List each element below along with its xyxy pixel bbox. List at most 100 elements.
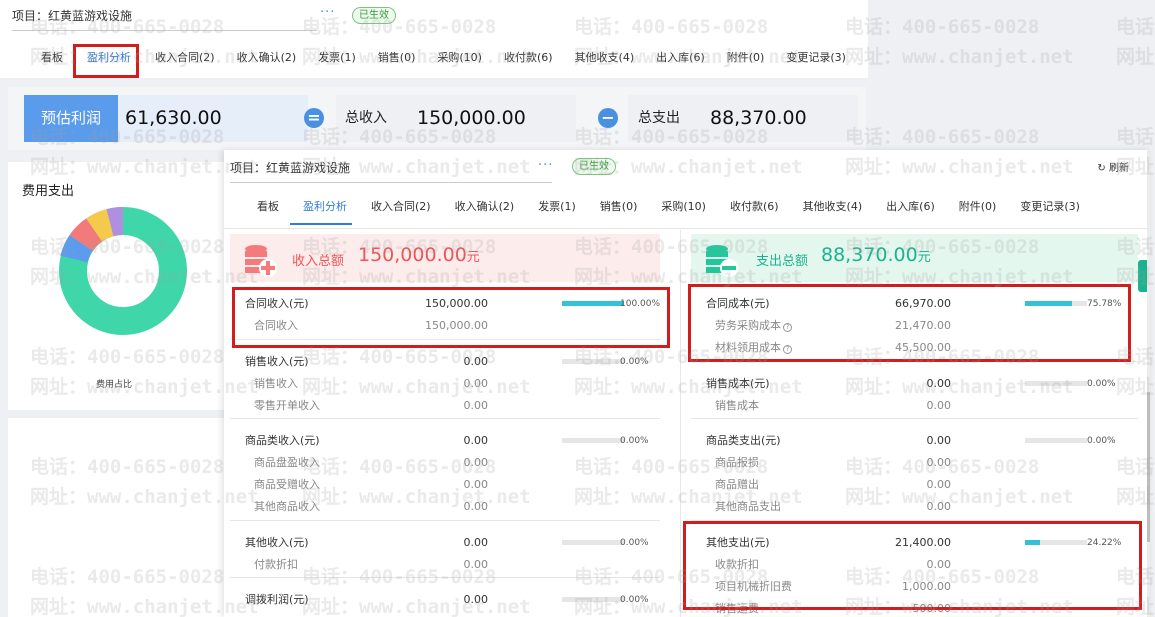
profit-summary: 预估利润 61,630.00 = 总收入 150,000.00 − 总支出 88… [8,87,866,150]
project-title: 项目：红黄蓝游戏设施 [230,159,552,183]
scrollbar-thumb[interactable] [1147,392,1150,542]
section-divider [691,418,1138,419]
breakdown-subrow: 商品盘盈收入 0.00 [230,452,660,474]
income-total-label: 收入总额 [292,254,345,269]
expense-header: 支出总额 88,370.00元 [691,234,1138,282]
row-label-text: 商品报损 [715,456,759,469]
row-label: 商品类收入(元) [245,430,320,452]
tab-item[interactable]: 附件(0) [727,47,765,69]
active-tab-indicator [290,223,352,225]
expense-total-label: 支出总额 [756,254,809,269]
tab-item[interactable]: 出入库(6) [886,196,935,218]
cost-donut-chart [59,206,187,335]
scrollbar-track[interactable] [1147,150,1150,617]
row-label: 商品报损 [715,452,759,474]
row-value: 0.00 [463,434,489,447]
row-label: 销售收入 [254,373,298,395]
tab-item[interactable]: 附件(0) [959,196,997,218]
breakdown-subrow: 其他商品支出 0.00 [691,496,1138,518]
row-label-text: 其他收入(元) [245,536,309,549]
row-label: 销售成本 [715,395,759,417]
row-label: 其他商品收入 [254,496,320,518]
breakdown-row: 销售收入(元) 0.00 0.00% [230,351,660,373]
ratio-percent: 0.00% [620,357,649,367]
tab-item[interactable]: 收入合同(2) [371,196,431,218]
row-label-text: 商品盘盈收入 [254,456,320,469]
tab-item[interactable]: 销售(0) [378,47,416,69]
watermark-text: 网址：www.chanjet.net [845,46,1074,68]
section-divider [230,577,660,578]
tab-item[interactable]: 收入合同(2) [155,47,215,69]
tab-bar: 看板 盈利分析 收入合同(2) 收入确认(2) 发票(1) 销售(0) 采购(10) 收付款(… [257,196,1104,218]
more-icon[interactable]: ··· [320,5,335,20]
tab-item[interactable]: 发票(1) [318,47,356,69]
ratio-bar [1025,438,1087,443]
equals-icon: = [304,108,324,128]
breakdown-row: 商品类支出(元) 0.00 0.00% [691,430,1138,452]
income-total-value: 150,000.00元 [358,244,480,266]
tab-item[interactable]: 变更记录(3) [1020,196,1080,218]
watermark-text: 电话：400-665-0028 [845,126,1040,148]
row-value: 0.00 [463,558,489,571]
row-label: 其他商品支出 [715,496,781,518]
row-label: 商品盘盈收入 [254,452,320,474]
row-value: 0.00 [463,355,489,368]
refresh-button[interactable]: ↻ 刷新 [1097,159,1129,174]
watermark-text: 电话：400-665-0028 [1116,16,1155,38]
row-label-text: 商品受赠收入 [254,478,320,491]
tab-item[interactable]: 收入确认(2) [455,196,515,218]
cost-title: 费用支出 [22,184,75,199]
ratio-percent: 0.00% [1087,436,1116,446]
highlight-box [232,287,670,348]
row-label: 销售成本(元) [706,373,770,395]
expense-coins-icon [706,245,738,277]
status-badge: 已生效 [572,158,616,175]
tab-item[interactable]: 其他收支(4) [803,196,863,218]
row-value: 0.00 [463,536,489,549]
donut-slice-blue [60,235,93,263]
breakdown-subrow: 商品赠出 0.00 [691,474,1138,496]
row-label: 商品类支出(元) [706,430,781,452]
row-label-text: 销售收入 [254,377,298,390]
ratio-bar [1025,381,1087,386]
row-value: 0.00 [463,478,489,491]
ratio-percent: 0.00% [620,595,649,605]
tab-item[interactable]: 看板 [257,196,279,218]
donut-label: 费用占比 [96,380,133,390]
watermark-text: 电话：400-665-0028 [1116,126,1155,148]
tab-item[interactable]: 盈利分析 [303,196,347,218]
more-icon[interactable]: ··· [538,158,553,173]
row-value: 0.00 [463,500,489,513]
tab-item[interactable]: 收入确认(2) [237,47,297,69]
expense-total-value: 88,370.00元 [821,244,931,266]
tab-item[interactable]: 采购(10) [661,196,706,218]
highlight-box [73,44,139,78]
tab-bar: 看板 盈利分析 收入合同(2) 收入确认(2) 发票(1) 销售(0) 采购(10) 收付款(… [41,47,868,69]
row-value: 0.00 [463,456,489,469]
breakdown-subrow: 商品报损 0.00 [691,452,1138,474]
watermark-text: 电话：400-665-0028 [845,16,1040,38]
tab-divider [224,228,1150,229]
income-coins-icon [245,245,277,277]
tab-item[interactable]: 其他收支(4) [575,47,635,69]
tab-item[interactable]: 变更记录(3) [786,47,846,69]
tab-item[interactable]: 采购(10) [437,47,482,69]
section-divider [230,520,660,521]
row-label-text: 商品类支出(元) [706,434,781,447]
watermark-text: 网址：www.chanjet.net [1116,46,1155,68]
income-total-number: 150,000.00 [358,244,467,266]
refresh-icon: ↻ [1097,163,1106,174]
tab-item[interactable]: 发票(1) [538,196,576,218]
row-value: 0.00 [463,593,489,606]
tab-item[interactable]: 销售(0) [600,196,638,218]
minus-icon: − [598,108,618,128]
income-label: 总收入 [345,110,387,126]
tab-item[interactable]: 收付款(6) [504,47,553,69]
project-title: 项目：红黄蓝游戏设施 [12,7,317,31]
ratio-bar [562,597,624,602]
tab-item[interactable]: 出入库(6) [656,47,705,69]
tab-item[interactable]: 看板 [41,47,63,69]
highlight-box [688,284,1131,362]
tab-item[interactable]: 收付款(6) [730,196,779,218]
breakdown-subrow: 付款折扣 0.00 [230,554,660,576]
